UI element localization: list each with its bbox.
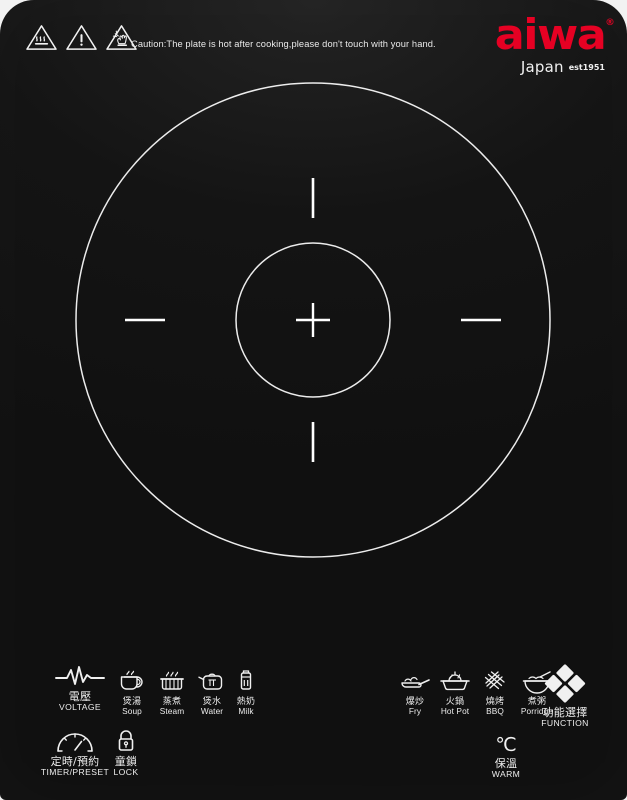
voltage-button[interactable]: 電壓 VOLTAGE: [45, 664, 115, 713]
brand-wordmark: aiwa ®: [494, 14, 614, 56]
brand-name: aiwa: [494, 10, 606, 59]
soup-pot-icon: [120, 670, 143, 690]
bbq-grill-icon: [484, 671, 505, 690]
waveform-icon: [55, 666, 105, 685]
child-lock-button[interactable]: 童鎖 LOCK: [100, 729, 152, 778]
induction-cooktop: Caution:The plate is hot after cooking,p…: [0, 0, 627, 800]
center-crosshair-icon: [296, 303, 330, 337]
four-diamond-icon: [544, 664, 586, 703]
function-label-en: FUNCTION: [541, 718, 589, 729]
lock-label-en: LOCK: [113, 767, 139, 778]
kettle-icon: [198, 673, 223, 690]
warm-label-en: WARM: [491, 769, 521, 780]
general-warning-icon: [66, 25, 97, 50]
brand-logo: aiwa ® Japan est1951: [494, 14, 614, 76]
steamer-icon: [160, 671, 184, 690]
soup-label-en: Soup: [122, 706, 142, 717]
hot-surface-warning-icon: [26, 25, 57, 50]
voltage-label-en: VOLTAGE: [58, 702, 102, 713]
function-button[interactable]: 功能選擇 FUNCTION: [525, 664, 605, 729]
fry-label-en: Fry: [408, 706, 422, 717]
hot-pot-icon: [440, 671, 470, 691]
warning-icons-group: [25, 23, 138, 52]
cooking-zone-rings: [75, 82, 551, 558]
mode-button-hotpot[interactable]: 火鍋 Hot Pot: [433, 668, 477, 717]
keep-warm-button[interactable]: ℃ 保溫 WARM: [482, 735, 530, 780]
steam-label-en: Steam: [159, 706, 185, 717]
registered-trademark-icon: ®: [605, 18, 615, 28]
control-panel: 電壓 VOLTAGE 定時/預約 TIMER/PRESET 童鎖 LOCK 煲湯…: [0, 640, 627, 800]
mode-button-fry[interactable]: 爆炒 Fry: [393, 668, 437, 717]
hotpot-label-en: Hot Pot: [440, 706, 470, 717]
mode-button-steam[interactable]: 蒸煮 Steam: [150, 668, 194, 717]
mode-button-soup[interactable]: 煲湯 Soup: [110, 668, 154, 717]
milk-carton-icon: [240, 670, 252, 690]
milk-label-en: Milk: [238, 706, 254, 717]
clock-icon: [57, 733, 93, 752]
cooktop-glass-plate: Caution:The plate is hot after cooking,p…: [0, 0, 627, 800]
caution-text: Caution:The plate is hot after cooking,p…: [131, 39, 436, 49]
padlock-icon: [118, 730, 134, 751]
celsius-icon: ℃: [495, 734, 517, 756]
frying-pan-icon: [401, 677, 430, 688]
induction-cooking-zone[interactable]: [0, 70, 627, 630]
mode-button-milk[interactable]: 熱奶 Milk: [228, 668, 264, 717]
